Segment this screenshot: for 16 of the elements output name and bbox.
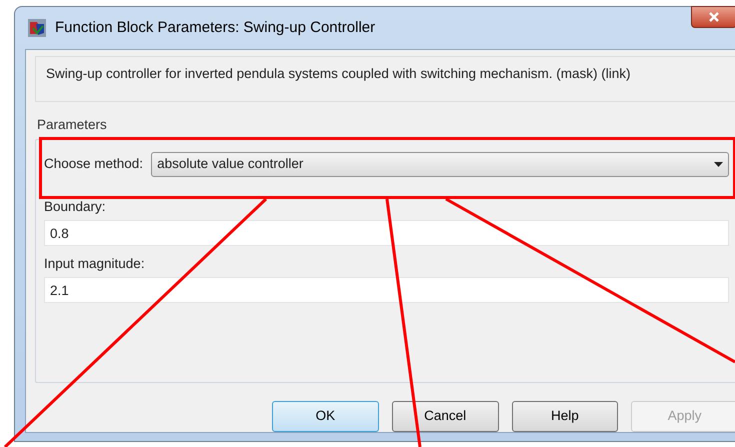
method-label: Choose method: bbox=[44, 155, 144, 174]
input-field[interactable]: 2.1 bbox=[44, 277, 729, 303]
input-field[interactable]: 0.8 bbox=[44, 220, 729, 246]
dialog-button[interactable]: Help bbox=[512, 401, 618, 432]
group-title: Parameters bbox=[36, 116, 108, 134]
window-title: Function Block Parameters: Swing-up Controller bbox=[55, 18, 376, 38]
method-dropdown[interactable]: absolute value controller bbox=[151, 152, 729, 177]
dialog-button[interactable]: OK bbox=[272, 401, 379, 432]
close-button[interactable] bbox=[691, 6, 735, 28]
description-text: Swing-up controller for inverted pendula systems coupled with switching mechanism. (mask) (link) bbox=[46, 66, 630, 81]
field-label: Input magnitude: bbox=[44, 256, 145, 272]
app-icon bbox=[27, 18, 47, 38]
field-label: Boundary: bbox=[44, 199, 106, 215]
dialog-button[interactable]: Cancel bbox=[392, 401, 498, 432]
close-icon bbox=[709, 12, 719, 22]
dropdown-caret-icon bbox=[714, 162, 723, 167]
